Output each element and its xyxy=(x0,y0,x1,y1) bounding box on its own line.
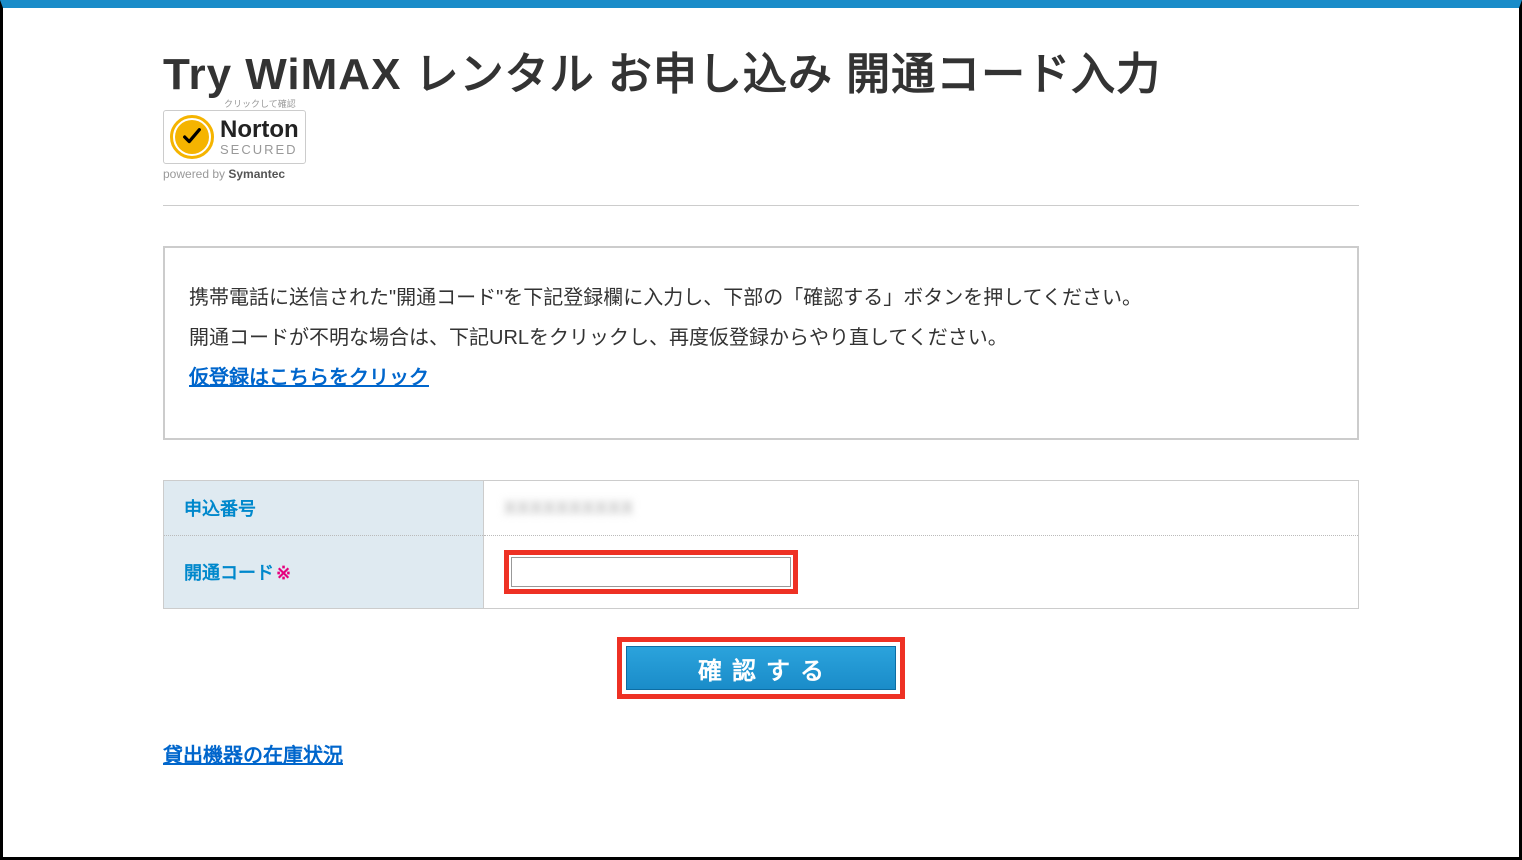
page-title: Try WiMAX レンタル お申し込み 開通コード入力 xyxy=(163,38,1359,102)
title-divider xyxy=(163,205,1359,206)
norton-brand-text: Norton xyxy=(220,117,299,143)
norton-click-hint: クリックして確認 xyxy=(224,97,296,110)
activation-code-label: 開通コード※ xyxy=(164,536,484,609)
form-table: 申込番号 XXXXXXXXXX 開通コード※ xyxy=(163,480,1359,609)
stock-status-link[interactable]: 貸出機器の在庫状況 xyxy=(163,745,343,767)
instruction-line-1: 携帯電話に送信された"開通コード"を下記登録欄に入力し、下部の「確認する」ボタン… xyxy=(189,278,1333,318)
confirm-button-highlight: 確認する xyxy=(617,637,905,699)
activation-code-input[interactable] xyxy=(511,557,791,587)
confirm-button[interactable]: 確認する xyxy=(626,646,896,690)
norton-powered-by: powered by Symantec xyxy=(163,167,306,181)
application-number-label: 申込番号 xyxy=(164,481,484,536)
button-row: 確認する xyxy=(163,637,1359,699)
instruction-line-2: 開通コードが不明な場合は、下記URLをクリックし、再度仮登録からやり直してくださ… xyxy=(189,318,1333,358)
norton-checkmark-icon xyxy=(170,115,214,159)
required-mark: ※ xyxy=(276,563,291,583)
application-number-value: XXXXXXXXXX xyxy=(504,498,634,518)
activation-code-value-cell xyxy=(484,536,1359,609)
pre-registration-link[interactable]: 仮登録はこちらをクリック xyxy=(189,367,429,389)
norton-secured-text: SECURED xyxy=(220,143,299,157)
norton-secured-badge[interactable]: クリックして確認 Norton SECURED powered by Syman… xyxy=(163,110,306,181)
instruction-box: 携帯電話に送信された"開通コード"を下記登録欄に入力し、下部の「確認する」ボタン… xyxy=(163,246,1359,440)
application-number-value-cell: XXXXXXXXXX xyxy=(484,481,1359,536)
activation-code-highlight xyxy=(504,550,798,594)
